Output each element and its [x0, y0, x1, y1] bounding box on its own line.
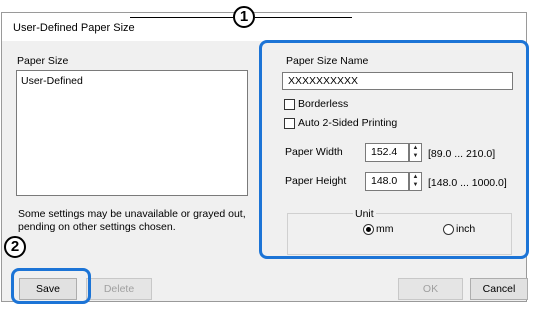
- dialog-title: User-Defined Paper Size: [13, 22, 135, 34]
- note-line-1: Some settings may be unavailable or gray…: [18, 208, 246, 220]
- paper-size-label: Paper Size: [17, 55, 69, 67]
- callout-1-badge: 1: [233, 6, 255, 28]
- paper-size-listbox[interactable]: User-Defined: [16, 70, 248, 196]
- right-panel-highlight: [259, 40, 529, 259]
- callout-2-badge: 2: [4, 236, 26, 258]
- callout-1-leader-left: [130, 17, 233, 18]
- save-button-highlight: [11, 268, 91, 304]
- list-item[interactable]: User-Defined: [21, 75, 83, 87]
- callout-1-leader-right: [255, 17, 352, 18]
- note-line-2: pending on other settings chosen.: [18, 221, 176, 233]
- delete-button[interactable]: Delete: [86, 278, 152, 300]
- ok-button[interactable]: OK: [398, 278, 463, 300]
- cancel-button[interactable]: Cancel: [470, 278, 528, 300]
